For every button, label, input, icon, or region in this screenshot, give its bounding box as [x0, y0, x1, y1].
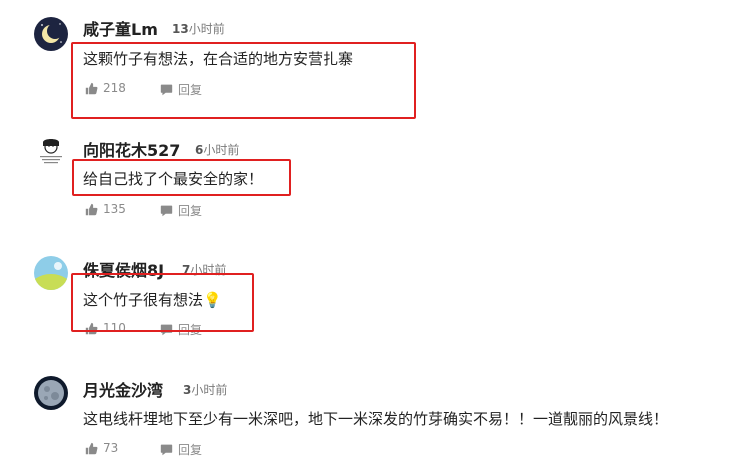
- time-unit: 小时前: [188, 22, 225, 36]
- time-unit: 小时前: [191, 383, 228, 397]
- reply-button[interactable]: 回复: [160, 202, 202, 219]
- thumbs-up-icon: [85, 442, 98, 454]
- username[interactable]: 月光金沙湾: [83, 377, 163, 401]
- highlight-box: [71, 42, 416, 119]
- thumbs-up-icon: [85, 203, 98, 215]
- avatar[interactable]: [34, 256, 68, 290]
- time-number: 13: [172, 22, 189, 36]
- night-moon-avatar-icon: [34, 17, 68, 51]
- like-count: 73: [103, 441, 119, 455]
- speech-bubble-icon: [160, 205, 173, 217]
- time-ago: 13小时前: [172, 20, 225, 37]
- highlight-box: [71, 273, 254, 332]
- time-ago: 6小时前: [195, 141, 239, 158]
- username[interactable]: 向阳花木527: [83, 137, 180, 161]
- like-button[interactable]: 135: [85, 202, 126, 216]
- cartoon-face-avatar-icon: [34, 134, 68, 168]
- speech-bubble-icon: [160, 444, 173, 456]
- time-ago: 3小时前: [183, 381, 227, 398]
- highlight-box: [72, 159, 291, 196]
- comment-text: 这电线杆埋地下至少有一米深吧，地下一米深发的竹芽确实不易！！一道靓丽的风景线！: [83, 410, 669, 428]
- landscape-avatar-icon: [34, 256, 68, 290]
- avatar[interactable]: [34, 17, 68, 51]
- avatar[interactable]: [34, 134, 68, 168]
- reply-button[interactable]: 回复: [160, 441, 202, 458]
- username[interactable]: 咸子童Lm: [83, 16, 158, 40]
- time-unit: 小时前: [203, 143, 240, 157]
- moon-avatar-icon: [34, 376, 68, 410]
- reply-label: 回复: [178, 443, 203, 457]
- avatar[interactable]: [34, 376, 68, 410]
- like-count: 135: [103, 202, 126, 216]
- reply-label: 回复: [178, 204, 203, 218]
- like-button[interactable]: 73: [85, 441, 118, 455]
